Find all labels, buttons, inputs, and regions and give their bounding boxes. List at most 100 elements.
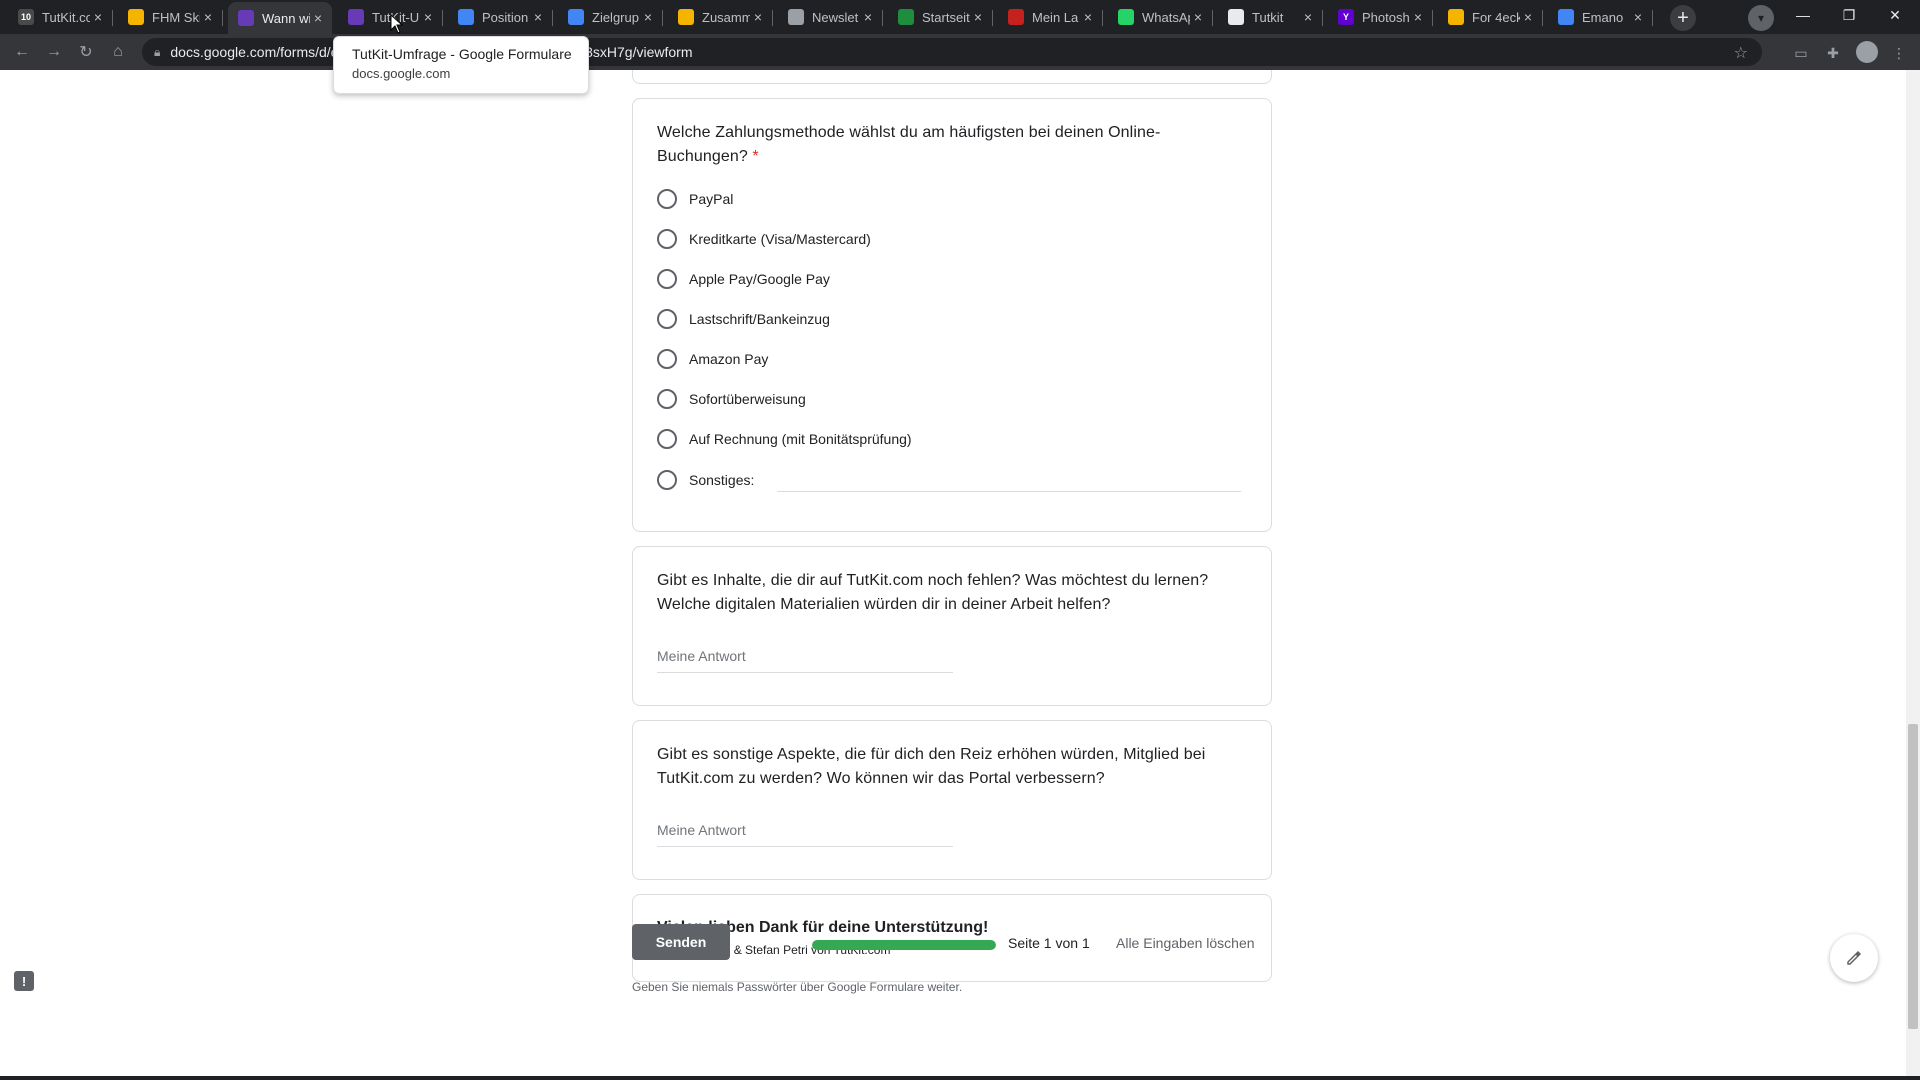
tab-title: Startseit <box>922 9 970 25</box>
tab-favicon-icon <box>1008 9 1024 25</box>
cast-icon[interactable]: ▭ <box>1790 42 1812 64</box>
radio-button[interactable] <box>657 470 677 490</box>
radio-button[interactable] <box>657 189 677 209</box>
payment-option[interactable]: Apple Pay/Google Pay <box>657 267 830 291</box>
content-question-card: Gibt es Inhalte, die dir auf TutKit.com … <box>632 546 1272 706</box>
radio-button[interactable] <box>657 309 677 329</box>
payment-option-label: Auf Rechnung (mit Bonitätsprüfung) <box>689 431 912 447</box>
close-window-icon[interactable]: ✕ <box>1872 0 1918 30</box>
payment-option-other[interactable]: Sonstiges: <box>657 468 754 492</box>
submit-button[interactable]: Senden <box>632 924 730 960</box>
payment-option[interactable]: Auf Rechnung (mit Bonitätsprüfung) <box>657 427 912 451</box>
tab-title: FHM Ski <box>152 9 200 25</box>
tab-favicon-icon: 10 <box>18 9 34 25</box>
tab-close-icon[interactable]: × <box>1410 9 1426 25</box>
tab-separator <box>1652 10 1653 26</box>
tab-close-icon[interactable]: × <box>1080 9 1096 25</box>
tab-strip: 10 TutKit.co × FHM Ski × Wann wi × TutKit-U × Pos… <box>0 0 1920 34</box>
payment-option[interactable]: PayPal <box>657 187 733 211</box>
tab-close-icon[interactable]: × <box>420 9 436 25</box>
browser-tab[interactable]: For 4eck × <box>1438 4 1543 30</box>
edit-pencil-icon[interactable] <box>1830 934 1878 982</box>
tab-close-icon[interactable]: × <box>1630 9 1646 25</box>
content-answer-input[interactable]: Meine Antwort <box>657 648 953 673</box>
scrollbar-thumb[interactable] <box>1908 724 1918 1029</box>
browser-tab[interactable]: Y Photosh × <box>1328 4 1433 30</box>
browser-tab[interactable]: Emano × <box>1548 4 1653 30</box>
tab-title: Tutkit <box>1252 9 1284 25</box>
tab-favicon-icon <box>1118 9 1134 25</box>
tab-favicon-icon <box>788 9 804 25</box>
tab-close-icon[interactable]: × <box>750 9 766 25</box>
previous-question-card <box>632 70 1272 84</box>
home-icon[interactable]: ⌂ <box>106 40 130 64</box>
tab-separator <box>222 10 223 26</box>
tab-favicon-icon <box>1228 9 1244 25</box>
back-icon[interactable]: ← <box>10 40 34 64</box>
browser-tab[interactable]: WhatsAp × <box>1108 4 1213 30</box>
clear-form-button[interactable]: Alle Eingaben löschen <box>1116 935 1255 951</box>
radio-button[interactable] <box>657 429 677 449</box>
profile-avatar[interactable] <box>1856 41 1878 63</box>
payment-question-card: Welche Zahlungsmethode wählst du am häuf… <box>632 98 1272 532</box>
tab-close-icon[interactable]: × <box>1300 9 1316 25</box>
restore-icon[interactable]: ❐ <box>1826 0 1872 30</box>
tab-search-icon[interactable]: ▾ <box>1748 5 1774 31</box>
browser-tab[interactable]: Position × <box>448 4 553 30</box>
browser-tab[interactable]: Tutkit × <box>1218 4 1323 30</box>
lock-icon: 🔒︎ <box>154 44 161 59</box>
tooltip-domain: docs.google.com <box>352 66 451 81</box>
browser-tab[interactable]: Zusamm × <box>668 4 773 30</box>
radio-button[interactable] <box>657 389 677 409</box>
tab-close-icon[interactable]: × <box>90 9 106 25</box>
other-option-input[interactable] <box>777 491 1241 492</box>
browser-tab[interactable]: Wann wi × <box>228 2 332 34</box>
tab-favicon-icon <box>678 9 694 25</box>
payment-option-label: PayPal <box>689 191 734 207</box>
tab-favicon-icon <box>1448 9 1464 25</box>
browser-tab[interactable]: FHM Ski × <box>118 4 223 30</box>
extensions-icon[interactable]: ✚ <box>1822 42 1844 64</box>
tab-close-icon[interactable]: × <box>1190 9 1206 25</box>
browser-tab[interactable]: Newslet × <box>778 4 883 30</box>
content-question-title: Gibt es Inhalte, die dir auf TutKit.com … <box>657 572 1209 613</box>
tab-close-icon[interactable]: × <box>1520 9 1536 25</box>
tab-title: Mein La <box>1032 9 1079 25</box>
tab-separator <box>1432 10 1433 26</box>
tab-close-icon[interactable]: × <box>200 9 216 25</box>
forward-icon[interactable]: → <box>42 40 66 64</box>
tab-title: Newslet <box>812 9 859 25</box>
aspects-answer-input[interactable]: Meine Antwort <box>657 822 953 847</box>
browser-tab[interactable]: 10 TutKit.co × <box>8 4 113 30</box>
minimize-icon[interactable]: — <box>1780 0 1826 30</box>
menu-icon[interactable]: ⋮ <box>1888 42 1910 64</box>
tab-separator <box>1102 10 1103 26</box>
payment-option[interactable]: Lastschrift/Bankeinzug <box>657 307 830 331</box>
tab-close-icon[interactable]: × <box>310 10 326 26</box>
payment-option[interactable]: Sofortüberweisung <box>657 387 806 411</box>
tab-separator <box>1542 10 1543 26</box>
tab-close-icon[interactable]: × <box>970 9 986 25</box>
tab-close-icon[interactable]: × <box>640 9 656 25</box>
new-tab-button[interactable]: + <box>1670 5 1696 31</box>
radio-button[interactable] <box>657 229 677 249</box>
payment-option[interactable]: Kreditkarte (Visa/Mastercard) <box>657 227 871 251</box>
radio-button[interactable] <box>657 269 677 289</box>
browser-tab[interactable]: Mein La × <box>998 4 1103 30</box>
feedback-icon[interactable]: ! <box>14 971 34 991</box>
bookmark-star-icon[interactable]: ☆ <box>1734 43 1748 63</box>
tab-close-icon[interactable]: × <box>860 9 876 25</box>
browser-tab[interactable]: Startseit × <box>888 4 993 30</box>
reload-icon[interactable]: ↻ <box>74 40 98 64</box>
browser-tab[interactable]: Zielgrup × <box>558 4 663 30</box>
tab-separator <box>552 10 553 26</box>
password-warning: Geben Sie niemals Passwörter über Google… <box>632 980 963 994</box>
tab-close-icon[interactable]: × <box>530 9 546 25</box>
tab-favicon-icon <box>238 10 254 26</box>
radio-button[interactable] <box>657 349 677 369</box>
tab-title: Position <box>482 9 529 25</box>
payment-option-label: Kreditkarte (Visa/Mastercard) <box>689 231 871 247</box>
aspects-question-card: Gibt es sonstige Aspekte, die für dich d… <box>632 720 1272 880</box>
payment-option[interactable]: Amazon Pay <box>657 347 768 371</box>
tab-title: Emano <box>1582 9 1624 25</box>
